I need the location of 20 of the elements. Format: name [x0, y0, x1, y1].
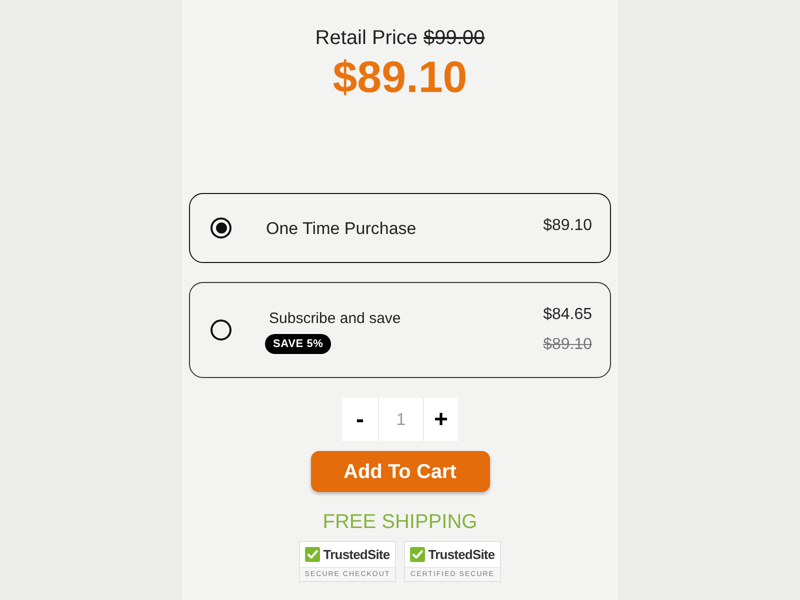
- free-shipping-note: FREE SHIPPING: [322, 510, 478, 534]
- retail-price: $99.00: [424, 26, 485, 50]
- check-icon: [305, 547, 320, 562]
- option-price: $84.65: [543, 305, 592, 325]
- seal-brand: TrustedSite: [428, 547, 495, 562]
- radio-icon[interactable]: [210, 319, 232, 341]
- retail-price-label: Retail Price: [315, 26, 418, 50]
- original-price: $89.10: [543, 335, 592, 355]
- seal-brand: TrustedSite: [323, 547, 390, 562]
- sale-price: $89.10: [332, 54, 468, 102]
- option-price: $89.10: [543, 216, 592, 236]
- option-label: Subscribe and save: [269, 310, 401, 328]
- purchase-option[interactable]: One Time Purchase $89.10: [189, 193, 611, 263]
- save-badge: SAVE 5%: [265, 334, 332, 354]
- radio-selected-icon[interactable]: [210, 217, 232, 239]
- check-icon: [410, 547, 426, 562]
- increment-button[interactable]: +: [424, 398, 458, 441]
- option-label: One Time Purchase: [266, 218, 416, 238]
- purchase-option[interactable]: Subscribe and save SAVE 5% $84.65 $89.10: [189, 282, 611, 378]
- decrement-button[interactable]: -: [342, 398, 379, 441]
